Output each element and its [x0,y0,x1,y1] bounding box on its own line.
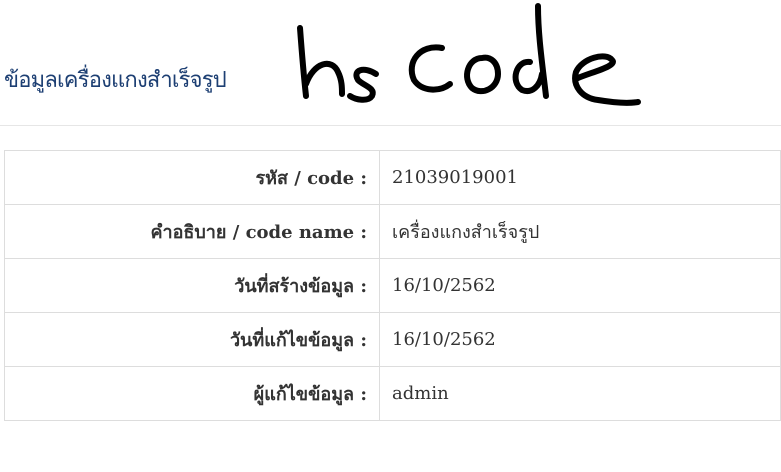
table-row: ผู้แก้ไขข้อมูล : admin [4,366,781,421]
table-row: รหัส / code : 21039019001 [4,150,781,205]
page-title: ข้อมูลเครื่องแกงสำเร็จรูป [4,68,227,93]
code-value: 21039019001 [379,150,781,205]
modified-by-value: admin [379,366,781,421]
table-row: วันที่แก้ไขข้อมูล : 16/10/2562 [4,312,781,367]
modified-by-label: ผู้แก้ไขข้อมูล : [4,366,380,421]
code-name-label: คำอธิบาย / code name : [4,204,380,259]
page-header: ข้อมูลเครื่องแกงสำเร็จรูป [0,0,781,126]
code-name-value: เครื่องแกงสำเร็จรูป [379,204,781,259]
created-date-label: วันที่สร้างข้อมูล : [4,258,380,313]
hs-code-details-table: รหัส / code : 21039019001 คำอธิบาย / cod… [4,150,781,421]
modified-date-value: 16/10/2562 [379,312,781,367]
table-row: คำอธิบาย / code name : เครื่องแกงสำเร็จร… [4,204,781,259]
modified-date-label: วันที่แก้ไขข้อมูล : [4,312,380,367]
created-date-value: 16/10/2562 [379,258,781,313]
code-label: รหัส / code : [4,150,380,205]
handwritten-annotation [297,3,641,106]
table-row: วันที่สร้างข้อมูล : 16/10/2562 [4,258,781,313]
